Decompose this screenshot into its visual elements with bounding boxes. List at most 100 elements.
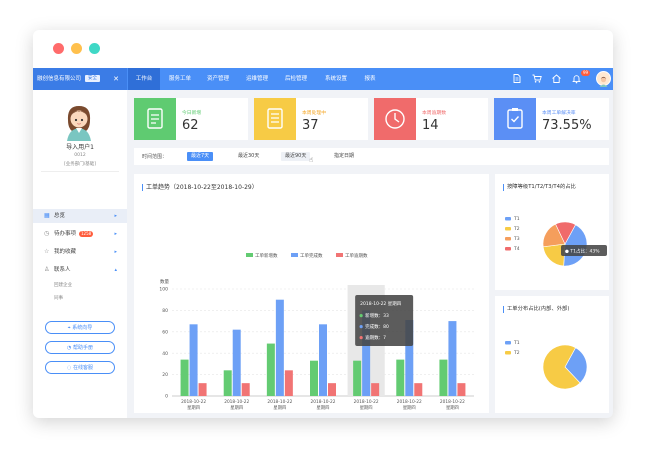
chevron-right-icon: ▸ <box>114 231 117 237</box>
trend-chart-card: 工单趋势（2018-10-22至2018-10-29） 工单新增数 工单完成数 工单… <box>134 174 489 413</box>
notification-badge: 99 <box>581 70 591 76</box>
cart-icon[interactable] <box>531 73 542 84</box>
nav-item-workbench[interactable]: 工作台 <box>128 68 160 90</box>
bar[interactable] <box>414 383 423 396</box>
bar[interactable] <box>319 324 327 396</box>
pie-legend-swatch[interactable] <box>505 217 511 221</box>
bell-icon[interactable] <box>571 73 582 84</box>
online-support-button[interactable]: ◌ 在线客服 <box>45 361 115 374</box>
system-guide-button[interactable]: ⌖ 系统向导 <box>45 321 115 334</box>
stat-card-processing[interactable]: 本周处理中 37 <box>254 98 368 140</box>
bar[interactable] <box>189 324 198 396</box>
x-tick-label: 2018-10-22 <box>181 399 206 405</box>
bar[interactable] <box>241 383 250 396</box>
bar[interactable] <box>457 383 466 396</box>
home-icon[interactable] <box>551 73 562 84</box>
bar[interactable] <box>396 359 405 396</box>
pie-legend-label[interactable]: T2 <box>513 350 520 356</box>
filter-custom-date[interactable]: 指定日期 <box>330 152 358 161</box>
sidebar-item-todo[interactable]: ◷ 待办事项 1258 ▸ <box>33 227 127 241</box>
clock-icon <box>374 98 416 140</box>
stat-label: 本周处理中 <box>302 111 326 116</box>
todo-count-badge: 1258 <box>79 231 94 237</box>
minimize-window-dot[interactable] <box>71 43 82 54</box>
user-id: 0012 <box>74 153 86 158</box>
bar[interactable] <box>328 383 336 396</box>
nav-item-assets[interactable]: 资产管理 <box>201 68 235 90</box>
legend-label[interactable]: 工单完成数 <box>300 252 323 259</box>
pie-legend-label[interactable]: T2 <box>513 226 520 232</box>
tooltip-swatch <box>359 336 363 340</box>
nav-item-post-check[interactable]: 后检管理 <box>279 68 313 90</box>
online-support-label: 在线客服 <box>72 365 93 371</box>
time-range-filter: 时间范围： 最近7天 最近30天 最近90天 ☝ 指定日期 <box>134 148 609 165</box>
bar[interactable] <box>310 360 318 396</box>
help-manual-button[interactable]: ◔ 帮助手册 <box>45 341 115 354</box>
sidebar-item-overview[interactable]: ▦ 总览 ▸ <box>33 209 127 223</box>
pie-legend-swatch[interactable] <box>505 237 511 241</box>
bar[interactable] <box>284 370 293 396</box>
tooltip-title: 2018-10-22 星期四 <box>360 301 402 307</box>
stat-card-new-today[interactable]: 今日新增 62 <box>134 98 248 140</box>
bar[interactable] <box>180 359 189 396</box>
bar[interactable] <box>223 370 232 396</box>
chevron-right-icon: ▸ <box>114 249 117 255</box>
sidebar-item-favorites[interactable]: ☆ 我的收藏 ▸ <box>33 245 127 259</box>
x-tick-label-weekday: 星期四 <box>403 405 416 411</box>
pie-legend-swatch[interactable] <box>505 247 511 251</box>
distribution-pie-card: 工单分布占比(内部、外部) T1 T2 <box>495 296 609 413</box>
legend-swatch[interactable] <box>291 253 298 257</box>
nav-item-reports[interactable]: 报表 <box>359 68 381 90</box>
user-avatar[interactable] <box>596 71 611 87</box>
filter-last-30-days[interactable]: 最近30天 <box>234 152 263 161</box>
y-tick-label: 20 <box>162 372 168 378</box>
chevron-up-icon: ▴ <box>114 267 117 273</box>
sidebar-subitem-company[interactable]: 回建企业 <box>54 282 72 288</box>
person-icon: ♙ <box>44 266 50 273</box>
nav-item-settings[interactable]: 系统设置 <box>319 68 353 90</box>
bar[interactable] <box>198 383 207 396</box>
filter-last-7-days[interactable]: 最近7天 <box>187 152 214 161</box>
edit-icon <box>134 98 176 140</box>
legend-swatch[interactable] <box>246 253 253 257</box>
menu-toggle-button[interactable]: ✕ <box>111 74 121 84</box>
sidebar-item-contacts[interactable]: ♙ 联系人 ▴ <box>33 263 127 277</box>
bar[interactable] <box>232 329 241 396</box>
pie-legend-label[interactable]: T4 <box>513 246 520 252</box>
close-window-dot[interactable] <box>53 43 64 54</box>
x-tick-label-weekday: 星期四 <box>230 405 243 411</box>
brand-name: 融创信息有限公司 <box>37 76 82 82</box>
bar[interactable] <box>448 321 457 396</box>
bar[interactable] <box>275 299 284 396</box>
document-icon[interactable] <box>511 73 522 84</box>
pie-legend-label[interactable]: T1 <box>513 340 520 346</box>
filter-last-90-days[interactable]: 最近90天 <box>281 152 311 161</box>
stat-card-overdue[interactable]: 本周逾期数 14 <box>374 98 488 140</box>
y-tick-label: 40 <box>162 351 168 357</box>
legend-label[interactable]: 工单逾期数 <box>345 252 368 259</box>
bar[interactable] <box>266 343 275 396</box>
pie-legend-label[interactable]: T3 <box>513 236 520 242</box>
profile-avatar <box>64 103 94 141</box>
legend-swatch[interactable] <box>336 253 343 257</box>
sidebar-subitem-colleagues[interactable]: 同事 <box>54 295 63 301</box>
x-tick-label-weekday: 星期四 <box>187 405 200 411</box>
pie-legend-swatch[interactable] <box>505 227 511 231</box>
nav-item-service-orders[interactable]: 服务工单 <box>163 68 197 90</box>
pie-legend-label[interactable]: T1 <box>513 216 520 222</box>
bar[interactable] <box>353 360 362 396</box>
pie-legend-swatch[interactable] <box>505 341 511 345</box>
y-tick-label: 80 <box>162 308 168 314</box>
sidebar-item-label: 我的收藏 <box>54 249 77 255</box>
stat-card-resolution-rate[interactable]: 本周工单解决率 73.55% <box>494 98 609 140</box>
help-manual-label: 帮助手册 <box>72 345 93 351</box>
bar[interactable] <box>439 359 448 396</box>
document-icon <box>254 98 296 140</box>
legend-label[interactable]: 工单新增数 <box>255 252 278 259</box>
tooltip-row: 完成数：80 <box>365 323 389 330</box>
clock-icon: ◷ <box>44 230 50 237</box>
nav-item-operations[interactable]: 运维管理 <box>240 68 274 90</box>
pie-legend-swatch[interactable] <box>505 351 511 355</box>
maximize-window-dot[interactable] <box>89 43 100 54</box>
bar[interactable] <box>371 383 380 396</box>
